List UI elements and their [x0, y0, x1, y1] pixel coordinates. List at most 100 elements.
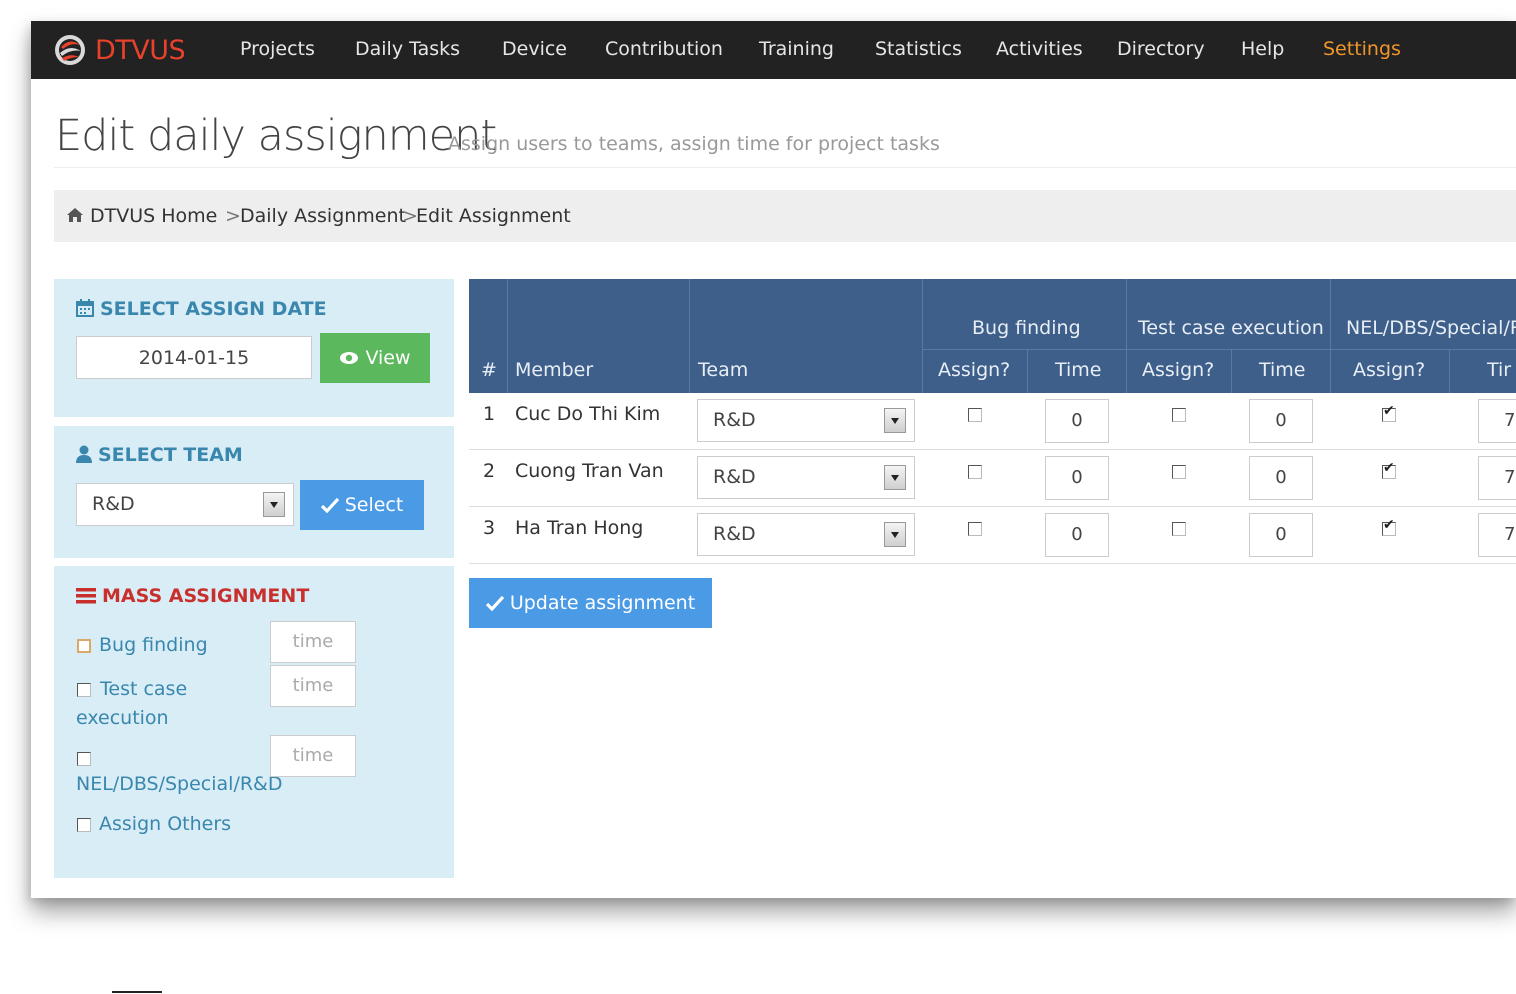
flame-logo-icon: [55, 35, 85, 65]
select-team-button-label: Select: [344, 494, 404, 516]
row-bug-time-input[interactable]: 0: [1045, 399, 1109, 443]
mass-test-case-execution-checkbox[interactable]: [77, 683, 91, 697]
row-team-select[interactable]: R&D: [697, 513, 915, 556]
nav-contribution[interactable]: Contribution: [605, 21, 723, 79]
select-date-panel: SELECT ASSIGN DATE 2014-01-15 View: [54, 279, 454, 417]
user-icon: [76, 445, 92, 463]
nav-activities[interactable]: Activities: [996, 21, 1083, 79]
row-tce-assign-checkbox[interactable]: [1172, 408, 1186, 422]
brand-name: DTVUS: [95, 34, 186, 66]
breadcrumb: DTVUS Home > Daily Assignment > Edit Ass…: [54, 190, 1516, 242]
row-member: Cuc Do Thi Kim: [515, 403, 661, 425]
row-number: 3: [483, 517, 496, 539]
mass-test-case-label-line1: Test case: [100, 678, 188, 700]
check-icon: [320, 497, 339, 513]
row-team-select[interactable]: R&D: [697, 456, 915, 499]
nav-settings[interactable]: Settings: [1323, 21, 1401, 79]
mass-assignment-title: MASS ASSIGNMENT: [76, 585, 309, 607]
header-tce-assign: Assign?: [1142, 359, 1215, 381]
home-icon: [67, 208, 83, 222]
assignment-table: # Member Team Bug finding Test case exec…: [469, 279, 1516, 564]
row-bug-assign-checkbox[interactable]: [968, 465, 982, 479]
check-icon: [485, 595, 504, 611]
mass-nel-dbs-checkbox[interactable]: [77, 752, 91, 766]
chevron-down-icon: [884, 408, 906, 433]
select-team-title-text: SELECT TEAM: [98, 444, 243, 466]
mass-assignment-title-text: MASS ASSIGNMENT: [102, 585, 310, 607]
calendar-icon: [76, 299, 94, 317]
top-navbar: DTVUS Projects Daily Tasks Device Contri…: [31, 21, 1516, 79]
breadcrumb-home[interactable]: DTVUS Home: [90, 190, 217, 242]
update-assignment-label: Update assignment: [509, 592, 696, 614]
header-bug-time: Time: [1055, 359, 1102, 381]
row-bug-time-input[interactable]: 0: [1045, 456, 1109, 500]
row-bug-assign-checkbox[interactable]: [968, 408, 982, 422]
mass-assign-others-label: Assign Others: [99, 813, 232, 835]
view-button[interactable]: View: [320, 333, 430, 383]
row-number: 2: [483, 460, 496, 482]
row-nel-time-input[interactable]: 7: [1478, 513, 1516, 557]
breadcrumb-edit-assignment: Edit Assignment: [416, 205, 571, 227]
row-team-select[interactable]: R&D: [697, 399, 915, 442]
assign-date-input[interactable]: 2014-01-15: [76, 336, 312, 379]
brand[interactable]: DTVUS: [53, 30, 186, 70]
row-tce-time-input[interactable]: 0: [1249, 456, 1313, 500]
header-test-case-execution: Test case execution: [1138, 317, 1324, 339]
mass-assign-others-checkbox[interactable]: [77, 818, 91, 832]
row-tce-assign-checkbox[interactable]: [1172, 522, 1186, 536]
nav-device[interactable]: Device: [502, 21, 567, 79]
chevron-down-icon: [884, 522, 906, 547]
nav-projects[interactable]: Projects: [240, 21, 315, 79]
header-nel-time: Tir: [1487, 359, 1512, 381]
select-team-button[interactable]: Select: [300, 480, 424, 530]
page-subtitle: Assign users to teams, assign time for p…: [448, 133, 940, 155]
table-header: # Member Team Bug finding Test case exec…: [469, 279, 1516, 393]
breadcrumb-daily-assignment[interactable]: Daily Assignment: [240, 190, 406, 242]
nav-directory[interactable]: Directory: [1117, 21, 1205, 79]
breadcrumb-separator: >: [225, 205, 241, 227]
row-bug-assign-checkbox[interactable]: [968, 522, 982, 536]
mass-bug-finding-checkbox[interactable]: [77, 639, 91, 653]
row-tce-time-input[interactable]: 0: [1249, 399, 1313, 443]
nav-help[interactable]: Help: [1241, 21, 1284, 79]
mass-bug-finding-time-input[interactable]: time: [270, 621, 356, 663]
header-number: #: [481, 359, 497, 381]
mass-bug-finding-label: Bug finding: [99, 634, 208, 656]
mass-test-case-label-line2: execution: [76, 707, 169, 729]
row-number: 1: [483, 403, 496, 425]
list-icon: [76, 588, 96, 604]
row-team-value: R&D: [713, 409, 756, 431]
header-nel-dbs-special: NEL/DBS/Special/R: [1346, 317, 1516, 339]
decorative-underline: [112, 991, 162, 993]
row-nel-time-input[interactable]: 7: [1478, 399, 1516, 443]
row-tce-assign-checkbox[interactable]: [1172, 465, 1186, 479]
row-tce-time-input[interactable]: 0: [1249, 513, 1313, 557]
row-nel-assign-checkbox[interactable]: [1382, 517, 1396, 536]
title-divider: [54, 167, 1516, 168]
team-select-value: R&D: [92, 493, 135, 515]
chevron-down-icon: [263, 492, 285, 517]
mass-nel-dbs-time-input[interactable]: time: [270, 735, 356, 777]
team-select[interactable]: R&D: [76, 483, 294, 526]
update-assignment-button[interactable]: Update assignment: [469, 578, 712, 628]
mass-test-case-time-input[interactable]: time: [270, 665, 356, 707]
row-nel-time-input[interactable]: 7: [1478, 456, 1516, 500]
view-button-label: View: [365, 347, 411, 369]
nav-training[interactable]: Training: [759, 21, 834, 79]
nav-daily-tasks[interactable]: Daily Tasks: [355, 21, 460, 79]
row-bug-time-input[interactable]: 0: [1045, 513, 1109, 557]
select-team-panel: SELECT TEAM R&D Select: [54, 426, 454, 558]
row-nel-assign-checkbox[interactable]: [1382, 403, 1396, 422]
nav-statistics[interactable]: Statistics: [875, 21, 962, 79]
select-date-title: SELECT ASSIGN DATE: [76, 298, 327, 320]
select-date-title-text: SELECT ASSIGN DATE: [100, 298, 327, 320]
eye-icon: [340, 352, 359, 364]
header-bug-assign: Assign?: [938, 359, 1011, 381]
row-team-value: R&D: [713, 466, 756, 488]
header-bug-finding: Bug finding: [972, 317, 1081, 339]
row-team-value: R&D: [713, 523, 756, 545]
header-team: Team: [698, 359, 749, 381]
row-nel-assign-checkbox[interactable]: [1382, 460, 1396, 479]
select-team-title: SELECT TEAM: [76, 444, 243, 466]
header-tce-time: Time: [1259, 359, 1306, 381]
